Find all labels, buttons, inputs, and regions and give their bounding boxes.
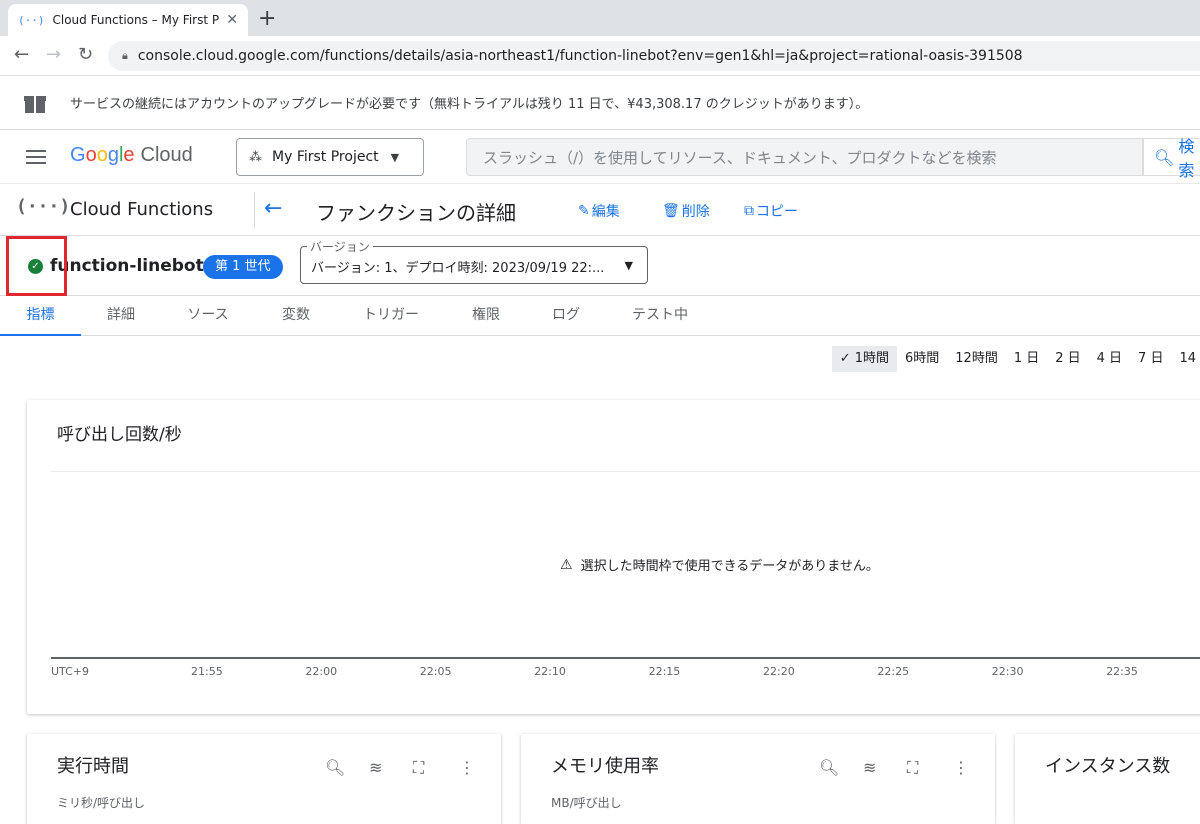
- x-tick-label: 22:30: [991, 665, 1024, 678]
- tab-testing[interactable]: テスト中: [620, 296, 700, 336]
- card-subtitle: MB/呼び出し: [551, 796, 622, 810]
- memory-usage-card: メモリ使用率 MB/呼び出し 🔍︎ ≋ ⛶ ⋮: [521, 734, 995, 824]
- instance-count-card: インスタンス数: [1015, 734, 1200, 824]
- new-tab-icon[interactable]: +: [258, 6, 276, 31]
- tab-metrics[interactable]: 指標: [0, 296, 81, 336]
- time-range-2d[interactable]: 2 日: [1047, 346, 1088, 372]
- time-range-14d[interactable]: 14: [1171, 346, 1200, 372]
- tab-details[interactable]: 詳細: [92, 296, 150, 336]
- delete-button[interactable]: 🗑︎ 削除: [662, 201, 710, 221]
- fullscreen-icon[interactable]: ⛶: [413, 758, 424, 778]
- project-name: My First Project: [272, 149, 379, 165]
- cloud-functions-icon: (···): [16, 196, 71, 217]
- search-button-label: 検索: [1178, 137, 1195, 180]
- back-arrow-icon[interactable]: ←: [14, 44, 29, 65]
- trash-icon: 🗑︎: [662, 203, 680, 219]
- gift-icon: [24, 93, 46, 113]
- product-bar: (···) Cloud Functions ← ファンクションの詳細 ✎ 編集 …: [0, 184, 1200, 236]
- menu-icon[interactable]: [26, 150, 46, 164]
- time-range-1h[interactable]: ✓ 1時間: [831, 346, 897, 372]
- back-arrow-icon[interactable]: ←: [264, 196, 282, 221]
- search-button[interactable]: 🔍︎ 検索: [1143, 137, 1200, 180]
- x-tick-label: 22:25: [877, 665, 910, 678]
- project-icon: ⁂: [249, 149, 262, 165]
- reload-icon[interactable]: ↻: [78, 44, 93, 65]
- copy-icon: ⧉: [744, 203, 754, 219]
- more-vert-icon[interactable]: ⋮: [459, 758, 475, 777]
- google-cloud-logo[interactable]: Google Cloud: [70, 144, 193, 167]
- url-text: console.cloud.google.com/functions/detai…: [137, 48, 1023, 64]
- search-input[interactable]: スラッシュ（/）を使用してリソース、ドキュメント、プロダクトなどを検索: [466, 138, 1143, 176]
- x-tick-label: 22:35: [1106, 665, 1138, 678]
- fullscreen-icon[interactable]: ⛶: [907, 758, 918, 778]
- execution-time-card: 実行時間 ミリ秒/呼び出し 🔍︎ ≋ ⛶ ⋮: [27, 734, 501, 824]
- divider: [254, 192, 255, 228]
- x-tick-label: 21:55: [191, 665, 223, 678]
- zoom-icon[interactable]: 🔍︎: [819, 758, 839, 777]
- time-range-7d[interactable]: 7 日: [1130, 346, 1171, 372]
- time-range-6h[interactable]: 6時間: [897, 346, 947, 372]
- highlight-box: [6, 236, 67, 296]
- card-title: メモリ使用率: [551, 756, 659, 777]
- version-select[interactable]: バージョン バージョン: 1、デプロイ時刻: 2023/09/19 22:...…: [300, 238, 648, 284]
- tab-permissions[interactable]: 権限: [458, 296, 514, 336]
- search-placeholder: スラッシュ（/）を使用してリソース、ドキュメント、プロダクトなどを検索: [483, 148, 997, 167]
- timezone-label: UTC+9: [51, 665, 90, 678]
- upgrade-notice-text: サービスの継続にはアカウントのアップグレードが必要です（無料トライアルは残り 1…: [70, 97, 869, 112]
- generation-badge: 第 1 世代: [203, 255, 283, 279]
- x-tick-label: 22:10: [534, 665, 566, 678]
- browser-tabstrip: (··) Cloud Functions – My First Project …: [0, 0, 1200, 36]
- x-axis: [51, 657, 1200, 659]
- function-header: ✓ function-linebot 第 1 世代 バージョン バージョン: 1…: [0, 236, 1200, 296]
- more-vert-icon[interactable]: ⋮: [953, 758, 969, 777]
- content-tabs: 指標 詳細 ソース 変数 トリガー 権限 ログ テスト中: [0, 296, 1200, 336]
- no-data-message: ⚠ 選択した時間枠で使用できるデータがありません。: [560, 556, 879, 575]
- tab-source[interactable]: ソース: [176, 296, 240, 336]
- x-tick-label: 22:15: [648, 665, 681, 678]
- legend-icon[interactable]: ≋: [863, 758, 876, 777]
- product-name[interactable]: Cloud Functions: [70, 199, 213, 220]
- lock-icon: 🔒︎: [122, 49, 128, 62]
- zoom-icon[interactable]: 🔍︎: [325, 758, 345, 777]
- project-selector[interactable]: ⁂ My First Project ▼: [236, 138, 424, 176]
- invocations-chart-card: 呼び出し回数/秒 ⚠ 選択した時間枠で使用できるデータがありません。 UTC+9…: [27, 400, 1200, 714]
- chevron-down-icon: ▼: [390, 150, 400, 164]
- browser-tab-title: Cloud Functions – My First Project: [52, 13, 221, 27]
- time-range-4d[interactable]: 4 日: [1089, 346, 1130, 372]
- forward-arrow-icon[interactable]: →: [46, 44, 61, 65]
- copy-button[interactable]: ⧉ コピー: [744, 201, 798, 221]
- check-icon: ✓: [839, 351, 855, 366]
- x-tick-label: 22:00: [305, 665, 338, 678]
- close-tab-icon[interactable]: ✕: [226, 12, 238, 28]
- address-bar[interactable]: 🔒︎ console.cloud.google.com/functions/de…: [108, 41, 1200, 71]
- time-range-selector: ✓ 1時間 6時間 12時間 1 日 2 日 4 日 7 日 14: [831, 346, 1200, 372]
- version-select-label: バージョン: [307, 238, 373, 255]
- function-name: function-linebot: [50, 256, 204, 276]
- pencil-icon: ✎: [578, 203, 590, 219]
- time-range-12h[interactable]: 12時間: [947, 346, 1006, 372]
- search-icon: 🔍︎: [1154, 147, 1175, 167]
- cloud-functions-favicon-icon: (··): [18, 13, 45, 27]
- chevron-down-icon: ▼: [624, 259, 633, 272]
- browser-tab[interactable]: (··) Cloud Functions – My First Project …: [8, 4, 248, 36]
- card-subtitle: ミリ秒/呼び出し: [57, 796, 146, 810]
- version-select-value: バージョン: 1、デプロイ時刻: 2023/09/19 22:...: [311, 261, 605, 276]
- tab-triggers[interactable]: トリガー: [354, 296, 428, 336]
- edit-button[interactable]: ✎ 編集: [578, 201, 620, 221]
- legend-icon[interactable]: ≋: [369, 758, 382, 777]
- browser-toolbar: ← → ↻ 🔒︎ console.cloud.google.com/functi…: [0, 36, 1200, 76]
- x-tick-label: 22:05: [419, 665, 452, 678]
- warning-icon: ⚠: [560, 556, 573, 573]
- tab-logs[interactable]: ログ: [540, 296, 592, 336]
- console-header: Google Cloud ⁂ My First Project ▼ スラッシュ（/…: [0, 130, 1200, 184]
- time-range-1d[interactable]: 1 日: [1006, 346, 1047, 372]
- tab-variables[interactable]: 変数: [268, 296, 324, 336]
- card-title: インスタンス数: [1045, 756, 1171, 777]
- upgrade-notice: サービスの継続にはアカウントのアップグレードが必要です（無料トライアルは残り 1…: [0, 76, 1200, 130]
- card-title: 実行時間: [57, 756, 129, 777]
- x-tick-label: 22:20: [763, 665, 795, 678]
- chart-title: 呼び出し回数/秒: [57, 425, 182, 445]
- page-title: ファンクションの詳細: [316, 201, 516, 225]
